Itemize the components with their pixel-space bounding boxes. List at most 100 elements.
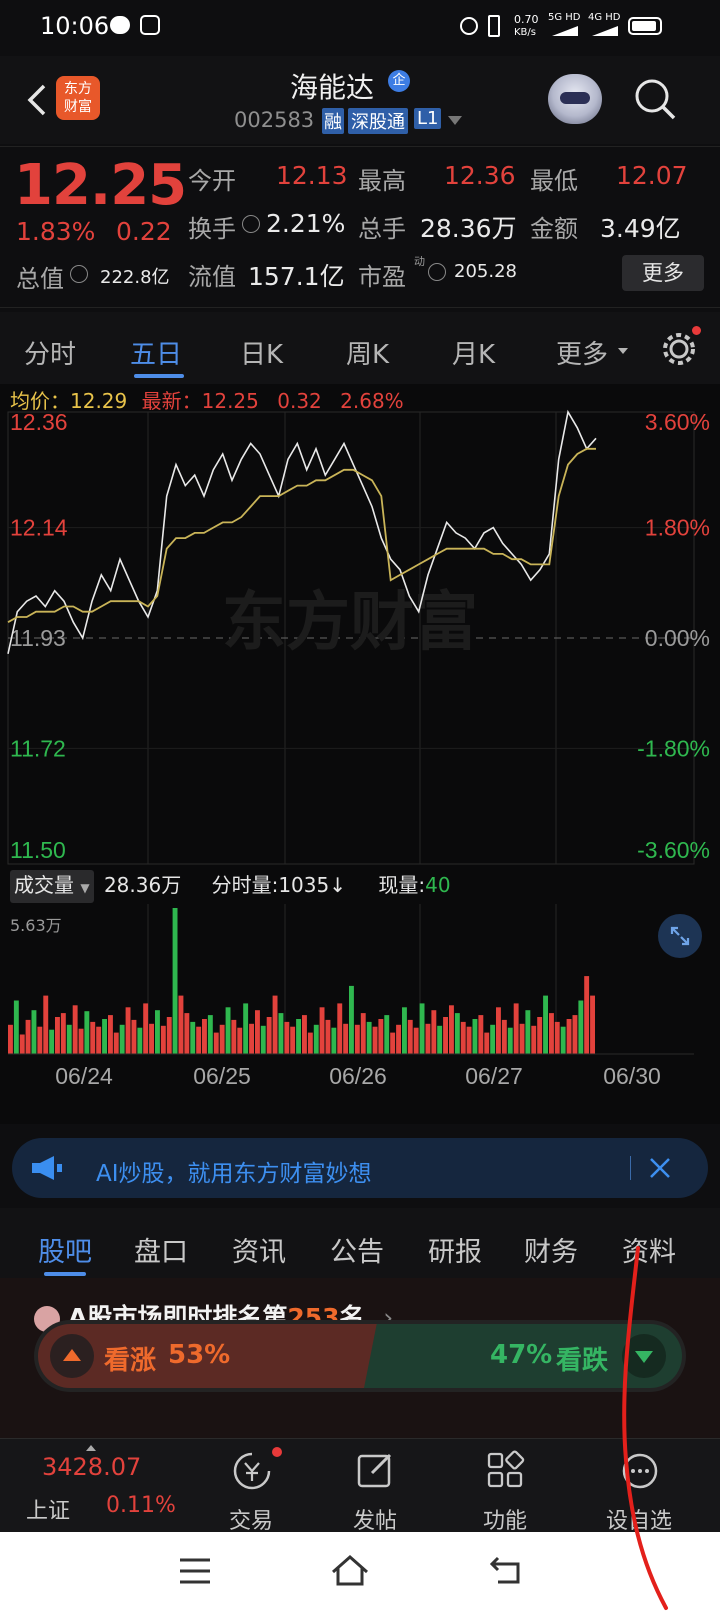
y-axis-left-label: 11.50 (10, 837, 66, 863)
volume-bar (590, 995, 595, 1054)
pe-value: 205.28 (454, 261, 517, 282)
volume-bar (172, 908, 178, 1054)
apps-icon (487, 1450, 525, 1488)
expand-chart-button[interactable] (658, 914, 702, 958)
volume-bar (72, 1005, 78, 1054)
volume-bar (307, 1032, 313, 1054)
volume-bar (331, 1027, 337, 1054)
volume-bar (425, 1023, 431, 1054)
y-axis-left-label: 12.36 (10, 409, 68, 435)
app-notify-icon (140, 15, 160, 35)
logo-text-1: 东方 (64, 81, 92, 97)
volume-bar (213, 1032, 219, 1054)
volume-bar (319, 1007, 325, 1054)
tab-five-day[interactable]: 五日 (130, 334, 182, 371)
volume-value: 28.36万 (420, 214, 517, 243)
menu-icon[interactable] (178, 1556, 212, 1586)
turnover-value: 2.21% (266, 209, 346, 238)
chart-settings-button[interactable] (660, 326, 701, 368)
volume-bar (196, 1026, 202, 1054)
close-icon (650, 1158, 670, 1178)
x-axis-date-label: 06/26 (329, 1063, 387, 1089)
tab-news[interactable]: 资讯 (232, 1230, 286, 1269)
chart-tabs: 分时 五日 日K 周K 月K 更多 (0, 312, 720, 384)
ai-banner-close-button[interactable] (642, 1150, 678, 1186)
volume-bar (460, 1021, 466, 1054)
ai-banner[interactable]: AI炒股，就用东方财富妙想 (12, 1138, 708, 1198)
info-tab-active-indicator (44, 1272, 86, 1276)
fs-volume-value: 1035 (278, 873, 330, 897)
stock-name: 海能达 (290, 71, 375, 104)
pe-info-icon[interactable] (428, 263, 446, 281)
home-icon[interactable] (330, 1552, 370, 1588)
volume-bar (501, 1019, 507, 1054)
price-chart[interactable]: 东方财富 12.36 12.14 11.93 11.72 11.50 3.60% 1.80% 0… (0, 384, 720, 1124)
bearish-pct: 47% (490, 1340, 553, 1370)
tag-dropdown-icon[interactable] (448, 116, 462, 125)
volume-total: 28.36万 (103, 873, 182, 897)
mktcap-info-icon[interactable] (70, 265, 88, 283)
volume-bar (49, 1029, 55, 1054)
pe-label: 市盈 (358, 263, 406, 291)
tab-research[interactable]: 研报 (428, 1230, 482, 1269)
volume-bar (19, 1034, 25, 1054)
volume-bar (249, 1023, 254, 1054)
tab-announcements[interactable]: 公告 (330, 1230, 384, 1269)
volume-bar (266, 1017, 272, 1054)
search-button[interactable] (632, 76, 680, 124)
x-axis-date-label: 06/30 (603, 1063, 661, 1089)
tab-guba[interactable]: 股吧 (38, 1230, 92, 1269)
tab-finance[interactable]: 财务 (524, 1230, 578, 1269)
trade-notify-dot (272, 1447, 282, 1457)
tab-weekly-k[interactable]: 周K (346, 334, 389, 371)
back-nav-icon[interactable] (488, 1554, 524, 1586)
volume-bar (78, 1028, 84, 1054)
volume-bar (290, 1026, 296, 1054)
bullish-button[interactable]: 看涨 53% (38, 1324, 378, 1388)
volume-selector[interactable]: 成交量 ▼ (10, 870, 94, 903)
volume-bar (66, 1024, 72, 1054)
volume-bar (566, 1019, 572, 1054)
volume-bar (260, 1025, 266, 1054)
y-axis-right-label: -3.60% (637, 837, 710, 863)
tab-more[interactable]: 更多 (556, 334, 608, 371)
status-bar: 10:06 0.70 KB/s 5G HD 4G HD (0, 0, 720, 56)
tab-timeshare[interactable]: 分时 (24, 334, 76, 371)
volume-bar (431, 1010, 437, 1054)
volume-bar (560, 1026, 566, 1054)
volume-bar (407, 1019, 413, 1054)
tab-pankou[interactable]: 盘口 (134, 1230, 188, 1269)
back-button[interactable] (18, 80, 58, 120)
message-icon (110, 16, 130, 34)
app-logo[interactable]: 东方 财富 (56, 76, 100, 120)
turnover-info-icon[interactable] (242, 215, 260, 233)
robot-assistant-icon[interactable] (548, 74, 602, 124)
volume-bar (343, 1023, 349, 1054)
volume-bar (443, 1017, 448, 1054)
net-speed-unit: KB/s (514, 27, 536, 38)
y-axis-right-label: -1.80% (637, 735, 710, 761)
tab-monthly-k[interactable]: 月K (452, 334, 495, 371)
volume-bar (372, 1026, 378, 1054)
more-button[interactable]: 更多 (622, 255, 704, 291)
volume-bar (178, 995, 184, 1054)
volume-bar (549, 1013, 554, 1054)
expand-icon (670, 926, 690, 946)
volume-selector-caret-icon: ▼ (80, 881, 90, 895)
volume-bar (96, 1026, 102, 1054)
volume-bar (84, 1011, 90, 1054)
margin-tag: 融 (322, 108, 344, 134)
float-label: 流值 (188, 263, 236, 291)
volume-bar (396, 1024, 401, 1054)
index-name: 上证 (26, 1499, 71, 1524)
mktcap-label: 总值 (16, 265, 64, 293)
sim1-label: 5G HD (548, 12, 581, 23)
volume-bar (43, 995, 49, 1054)
sim2-label: 4G HD (588, 12, 621, 23)
open-value: 12.13 (276, 161, 348, 190)
chart-area: 均价：12.29 最新：12.25 0.32 2.68% 东方财富 12.36 12… (0, 384, 720, 1124)
volume-bar (190, 1021, 196, 1054)
tab-daily-k[interactable]: 日K (240, 334, 283, 371)
now-volume-label: 现量: (378, 873, 426, 897)
tab-active-indicator (134, 374, 184, 378)
